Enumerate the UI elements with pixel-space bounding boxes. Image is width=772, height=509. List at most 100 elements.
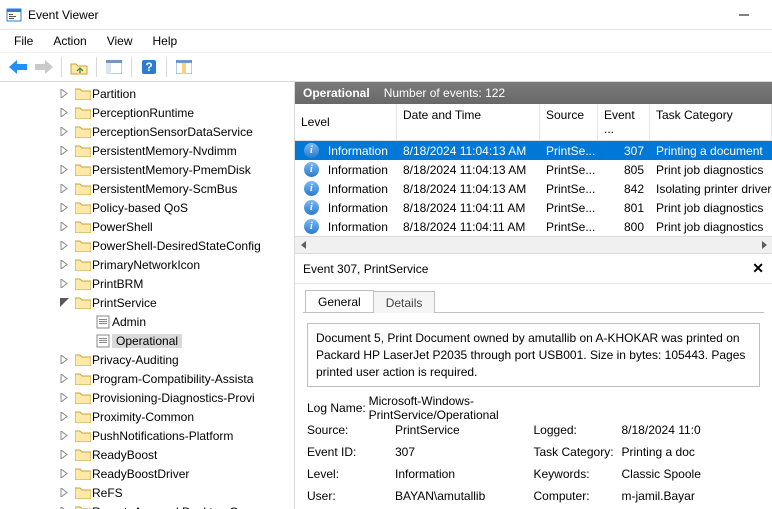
info-icon: i <box>304 181 319 196</box>
tree-folder[interactable]: PrintBRM <box>2 274 294 293</box>
cell-source: PrintSe... <box>540 163 598 177</box>
tree-folder[interactable]: ReFS <box>2 483 294 502</box>
expand-icon[interactable] <box>60 431 74 440</box>
expand-icon[interactable] <box>60 393 74 402</box>
folder-icon <box>74 144 92 157</box>
tree-leaf[interactable]: Admin <box>2 312 294 331</box>
col-source[interactable]: Source <box>540 104 598 140</box>
cell-eventid: 801 <box>598 201 650 215</box>
forward-button[interactable] <box>32 55 56 79</box>
tree-folder[interactable]: Proximity-Common <box>2 407 294 426</box>
tree-label: PrintService <box>92 296 157 310</box>
expand-icon[interactable] <box>60 184 74 193</box>
expand-icon[interactable] <box>60 146 74 155</box>
tree-folder[interactable]: Provisioning-Diagnostics-Provi <box>2 388 294 407</box>
minimize-button[interactable] <box>721 1 766 29</box>
tree-folder[interactable]: RemoteApp and Desktop Conn <box>2 502 294 509</box>
tree-folder[interactable]: PushNotifications-Platform <box>2 426 294 445</box>
tree-view[interactable]: PartitionPerceptionRuntimePerceptionSens… <box>0 82 294 509</box>
close-icon[interactable]: ✕ <box>752 260 764 277</box>
tree-label: Operational <box>112 334 182 348</box>
folder-icon <box>74 87 92 100</box>
tree-folder[interactable]: Program-Compatibility-Assista <box>2 369 294 388</box>
prop-value: PrintService <box>395 423 460 437</box>
tree-folder[interactable]: PrimaryNetworkIcon <box>2 255 294 274</box>
back-button[interactable] <box>6 55 30 79</box>
tree-folder[interactable]: PowerShell-DesiredStateConfig <box>2 236 294 255</box>
menu-view[interactable]: View <box>97 32 143 50</box>
expand-icon[interactable] <box>60 241 74 250</box>
tree-folder[interactable]: Privacy-Auditing <box>2 350 294 369</box>
help-icon[interactable]: ? <box>137 55 161 79</box>
expand-icon[interactable] <box>60 165 74 174</box>
event-row[interactable]: iInformation8/18/2024 11:04:11 AMPrintSe… <box>295 217 772 236</box>
folder-icon <box>74 125 92 138</box>
menu-action[interactable]: Action <box>43 32 96 50</box>
col-datetime[interactable]: Date and Time <box>397 104 540 140</box>
expand-icon[interactable] <box>60 89 74 98</box>
tree-label: ReFS <box>92 486 123 500</box>
tree-folder[interactable]: PerceptionSensorDataService <box>2 122 294 141</box>
prop-value: Printing a doc <box>622 445 695 459</box>
tree-label: PersistentMemory-ScmBus <box>92 182 237 196</box>
app-icon <box>6 7 22 23</box>
prop-value: 8/18/2024 11:0 <box>622 423 701 437</box>
menu-bar: File Action View Help <box>0 30 772 52</box>
cell-level: Information <box>322 163 391 177</box>
expand-icon[interactable] <box>60 108 74 117</box>
menu-help[interactable]: Help <box>143 32 188 50</box>
tree-folder[interactable]: Policy-based QoS <box>2 198 294 217</box>
tree-folder[interactable]: PersistentMemory-ScmBus <box>2 179 294 198</box>
tree-folder[interactable]: Partition <box>2 84 294 103</box>
folder-icon <box>74 372 92 385</box>
expand-icon[interactable] <box>60 127 74 136</box>
expand-icon[interactable] <box>60 469 74 478</box>
tree-folder[interactable]: PerceptionRuntime <box>2 103 294 122</box>
event-row[interactable]: iInformation8/18/2024 11:04:11 AMPrintSe… <box>295 198 772 217</box>
scroll-left-icon[interactable] <box>295 237 312 254</box>
cell-source: PrintSe... <box>540 182 598 196</box>
tree-folder[interactable]: PowerShell <box>2 217 294 236</box>
expand-icon[interactable] <box>60 298 74 307</box>
expand-icon[interactable] <box>60 374 74 383</box>
folder-icon <box>74 239 92 252</box>
column-headers[interactable]: Level Date and Time Source Event ... Tas… <box>295 104 772 141</box>
expand-icon[interactable] <box>60 355 74 364</box>
event-row[interactable]: iInformation8/18/2024 11:04:13 AMPrintSe… <box>295 160 772 179</box>
expand-icon[interactable] <box>60 260 74 269</box>
cell-level: Information <box>322 220 391 234</box>
cell-datetime: 8/18/2024 11:04:11 AM <box>397 201 540 215</box>
prop-row: Logged:8/18/2024 11:0 <box>534 419 761 441</box>
tree-label: ReadyBoostDriver <box>92 467 189 481</box>
expand-icon[interactable] <box>60 412 74 421</box>
col-task[interactable]: Task Category <box>650 104 772 140</box>
cell-datetime: 8/18/2024 11:04:13 AM <box>397 144 540 158</box>
expand-icon[interactable] <box>60 488 74 497</box>
tree-folder[interactable]: PersistentMemory-PmemDisk <box>2 160 294 179</box>
event-row[interactable]: iInformation8/18/2024 11:04:13 AMPrintSe… <box>295 141 772 160</box>
expand-icon[interactable] <box>60 203 74 212</box>
expand-icon[interactable] <box>60 279 74 288</box>
folder-up-icon[interactable] <box>67 55 91 79</box>
expand-icon[interactable] <box>60 450 74 459</box>
properties-icon[interactable] <box>172 55 196 79</box>
event-row[interactable]: iInformation8/18/2024 11:04:13 AMPrintSe… <box>295 179 772 198</box>
tree-folder[interactable]: PrintService <box>2 293 294 312</box>
tree-folder[interactable]: ReadyBoostDriver <box>2 464 294 483</box>
list-name: Operational <box>303 86 370 100</box>
event-list[interactable]: Level Date and Time Source Event ... Tas… <box>295 104 772 254</box>
tree-folder[interactable]: PersistentMemory-Nvdimm <box>2 141 294 160</box>
expand-icon[interactable] <box>60 222 74 231</box>
col-eventid[interactable]: Event ... <box>598 104 650 140</box>
tree-folder[interactable]: ReadyBoost <box>2 445 294 464</box>
col-level[interactable]: Level <box>295 104 397 140</box>
tree-leaf[interactable]: Operational <box>2 331 294 350</box>
tree-label: Privacy-Auditing <box>92 353 179 367</box>
prop-key: Keywords: <box>534 467 622 481</box>
horiz-scrollbar[interactable] <box>295 236 772 253</box>
scroll-right-icon[interactable] <box>755 237 772 254</box>
tab-details[interactable]: Details <box>373 291 436 313</box>
menu-file[interactable]: File <box>4 32 43 50</box>
tab-general[interactable]: General <box>305 290 374 312</box>
show-tree-icon[interactable] <box>102 55 126 79</box>
